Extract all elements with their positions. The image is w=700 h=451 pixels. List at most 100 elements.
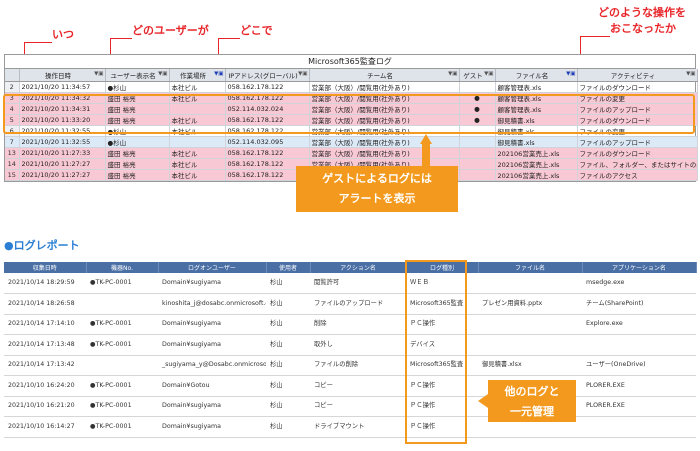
report-cell-device: ●TK-PC-0001 — [86, 396, 158, 417]
unified-line2: 一元管理 — [510, 405, 554, 418]
audit-cell-time: 2021/10/20 11:27:27 — [19, 169, 106, 181]
report-cell-logon: Domain¥sugiyama — [158, 273, 266, 294]
report-cell-action: ファイルのアップロード — [310, 293, 406, 315]
report-cell-app: ユーザー(OneDrive) — [582, 355, 696, 376]
audit-table-row[interactable]: 2 2021/10/20 11:34:57 ●杉山 本社ビル 058.162.178.1… — [5, 81, 698, 93]
report-cell-time: 2021/10/14 17:14:10 — [4, 314, 86, 335]
audit-col-place[interactable]: 作業場所 ▼▣ — [169, 69, 226, 82]
filter-icon[interactable]: ▼▣ — [686, 71, 695, 77]
report-cell-logon: Domain¥sugiyama — [158, 396, 266, 417]
audit-cell-file: 顧客管理表.xls — [495, 81, 578, 93]
audit-col-time[interactable]: 操作日時 ▼▣ — [19, 69, 106, 82]
report-table-row[interactable]: 2021/10/14 17:13:42 _sugiyama_y@Dosabc.on… — [4, 355, 696, 376]
audit-cell-activity: ファイルのダウンロード — [577, 147, 698, 159]
audit-cell-guest — [459, 169, 496, 181]
report-cell-time: 2021/10/10 16:24:20 — [4, 375, 86, 397]
audit-cell-place: 本社ビル — [169, 81, 226, 93]
audit-cell-file: 202106営業売上.xls — [495, 147, 578, 159]
report-table-row[interactable]: 2021/10/14 17:13:48 ●TK-PC-0001 Domain¥sug… — [4, 334, 696, 356]
report-cell-action: 削除 — [310, 314, 406, 335]
report-table-row[interactable]: 2021/10/10 16:21:20 ●TK-PC-0001 Domain¥sug… — [4, 396, 696, 417]
log-report-panel: 収集日時 機器No. ログオンユーザー 使用者 アクション名 ログ種別 ファイル… — [4, 262, 697, 438]
audit-cell-user: 盛田 裕亮 — [105, 169, 170, 181]
report-cell-app: PLORER.EXE — [582, 375, 696, 397]
audit-table-row[interactable]: 7 2021/10/20 11:32:55 ●杉山 052.114.032.095 営業… — [5, 136, 698, 148]
audit-header-row: 操作日時 ▼▣ ユーザー表示名 ▼▣ 作業場所 ▼▣ IPアドレス(グローバル) ▼▣ … — [5, 69, 698, 82]
audit-cell-user: ●杉山 — [105, 136, 170, 148]
report-cell-time: 2021/10/14 18:26:58 — [4, 293, 86, 315]
report-cell-device: ●TK-PC-0001 — [86, 334, 158, 356]
audit-cell-activity: ファイルのアクセス — [577, 169, 698, 181]
report-table-row[interactable]: 2021/10/10 16:24:20 ●TK-PC-0001 Domain¥Got… — [4, 375, 696, 397]
report-cell-time: 2021/10/10 16:21:20 — [4, 396, 86, 417]
callout-when: いつ — [52, 28, 74, 41]
guest-alert-banner: ゲストによるログには アラートを表示 — [296, 166, 458, 212]
filter-icon[interactable]: ▼▣ — [298, 71, 307, 77]
unified-line1: 他のログと — [504, 385, 560, 398]
report-cell-user: 杉山 — [266, 396, 310, 417]
audit-col-rownum — [5, 69, 20, 82]
audit-cell-ip: 058.162.178.122 — [225, 147, 310, 159]
report-col-action[interactable]: アクション名 — [310, 262, 407, 273]
audit-cell-file: 202106営業売上.xls — [495, 169, 578, 181]
report-cell-action: 取外し — [310, 334, 406, 356]
audit-cell-ip: 052.114.032.095 — [225, 136, 310, 148]
report-col-time[interactable]: 収集日時 — [4, 262, 87, 273]
filter-icon[interactable]: ▼▣ — [484, 71, 493, 77]
audit-col-file[interactable]: ファイル名 ▼▣ — [495, 69, 578, 82]
report-col-device[interactable]: 機器No. — [86, 262, 159, 273]
callout-what-line — [580, 36, 610, 37]
report-table-row[interactable]: 2021/10/14 17:14:10 ●TK-PC-0001 Domain¥sug… — [4, 314, 696, 335]
report-cell-logon: Domain¥sugiyama — [158, 314, 266, 335]
report-cell-app: チーム(SharePoint) — [582, 293, 696, 315]
filter-icon[interactable]: ▼▣ — [448, 71, 457, 77]
audit-cell-file: 御見積書.xls — [495, 136, 578, 148]
report-table-row[interactable]: 2021/10/14 18:26:58 kinoshita_j@dosabc.on… — [4, 293, 696, 315]
report-table-row[interactable]: 2021/10/10 16:14:27 ●TK-PC-0001 Domain¥sug… — [4, 416, 696, 438]
audit-col-activity[interactable]: アクティビティ ▼▣ — [577, 69, 698, 82]
report-cell-device: ●TK-PC-0001 — [86, 273, 158, 294]
audit-col-user[interactable]: ユーザー表示名 ▼▣ — [105, 69, 170, 82]
audit-cell-guest — [459, 158, 496, 170]
report-cell-logon: Domain¥sugiyama — [158, 416, 266, 438]
report-cell-logon: Domain¥sugiyama — [158, 334, 266, 356]
audit-cell-team: 営業部（大阪）/閲覧用(社外あり) — [309, 136, 460, 148]
audit-col-guest[interactable]: ゲスト ▼▣ — [459, 69, 496, 82]
report-col-logon[interactable]: ログオンユーザー — [158, 262, 267, 273]
report-table-row[interactable]: 2021/10/14 18:29:59 ●TK-PC-0001 Domain¥sug… — [4, 273, 696, 294]
report-cell-device — [86, 355, 158, 376]
report-cell-user: 杉山 — [266, 416, 310, 438]
report-cell-app: Explore.exe — [582, 314, 696, 335]
report-cell-app: msedge.exe — [582, 273, 696, 294]
audit-cell-activity: ファイル、フォルダー、またはサイトの共有 — [577, 158, 698, 170]
report-col-app[interactable]: アプリケーション名 — [582, 262, 697, 273]
guest-rows-highlight — [3, 94, 695, 134]
audit-cell-place: 本社ビル — [169, 158, 226, 170]
audit-col-ip[interactable]: IPアドレス(グローバル) ▼▣ — [225, 69, 310, 82]
report-cell-user: 杉山 — [266, 355, 310, 376]
audit-col-team[interactable]: チーム名 ▼▣ — [309, 69, 460, 82]
callout-when-line — [24, 42, 52, 43]
audit-cell-rownum: 2 — [5, 81, 20, 93]
filter-icon[interactable]: ▼▣ — [158, 71, 167, 77]
filter-icon[interactable]: ▼▣ — [94, 71, 103, 77]
audit-cell-activity: ファイルのアップロード — [577, 136, 698, 148]
report-cell-app — [582, 416, 696, 438]
callout-where-line — [218, 38, 240, 39]
audit-cell-guest — [459, 81, 496, 93]
filter-active-icon[interactable]: ▼▣ — [214, 71, 223, 77]
audit-table-row[interactable]: 13 2021/10/20 11:27:33 盛田 裕亮 本社ビル 058.162.17… — [5, 147, 698, 159]
report-cell-file: プレゼン用資料.pptx — [478, 293, 582, 315]
audit-cell-guest — [459, 147, 496, 159]
audit-cell-rownum: 7 — [5, 136, 20, 148]
callout-who-line — [110, 38, 132, 39]
filter-active-icon[interactable]: ▼▣ — [566, 71, 575, 77]
audit-cell-rownum: 15 — [5, 169, 20, 181]
report-cell-user: 杉山 — [266, 334, 310, 356]
report-col-user[interactable]: 使用者 — [266, 262, 311, 273]
log-report-table: 収集日時 機器No. ログオンユーザー 使用者 アクション名 ログ種別 ファイル… — [4, 262, 697, 438]
callout-what-line2: おこなったか — [610, 22, 676, 35]
report-cell-app: PLORER.EXE — [582, 396, 696, 417]
audit-cell-rownum: 13 — [5, 147, 20, 159]
report-col-file[interactable]: ファイル名 — [478, 262, 583, 273]
